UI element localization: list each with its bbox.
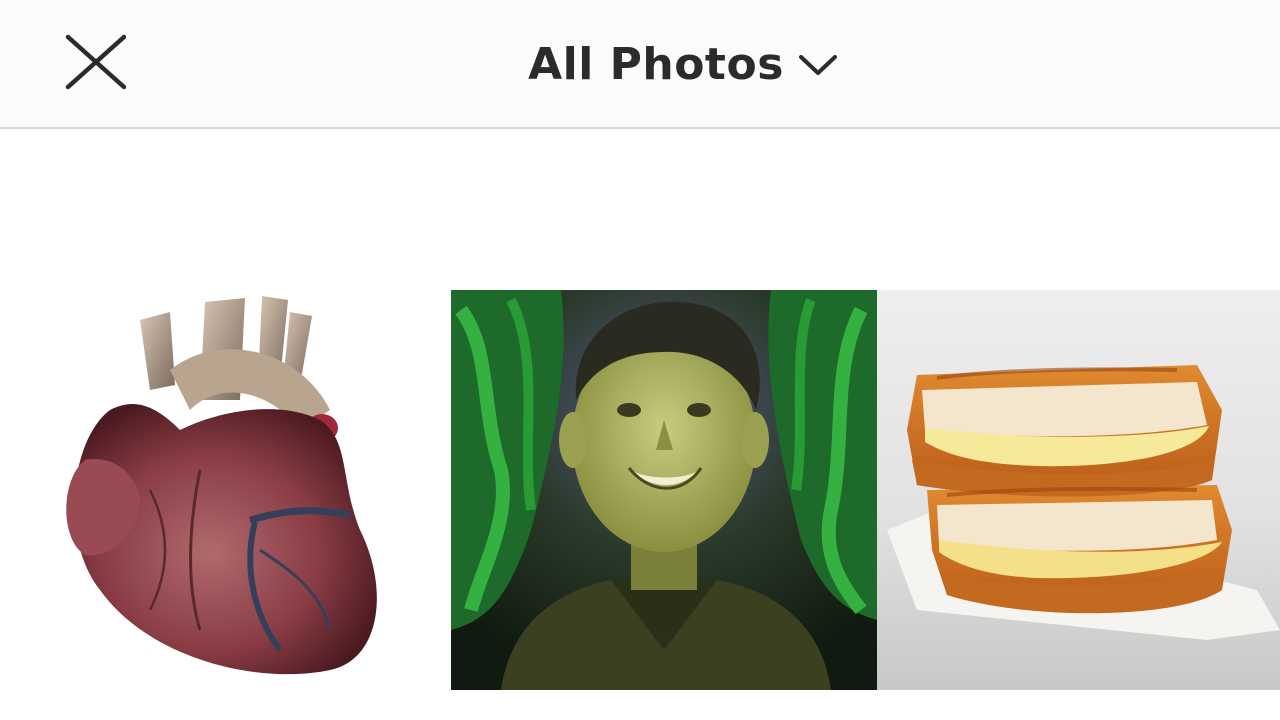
heart-image	[0, 290, 451, 690]
photo-grid	[0, 290, 1280, 690]
top-bar: All Photos	[0, 0, 1280, 129]
photo-thumbnail-boy[interactable]	[451, 290, 877, 690]
photo-thumbnail-sandwich[interactable]	[877, 290, 1280, 690]
chevron-down-icon	[798, 54, 837, 75]
grilled-cheese-image	[877, 290, 1280, 690]
photo-thumbnail-heart[interactable]	[0, 290, 451, 690]
title-wrap: All Photos	[0, 0, 1280, 129]
album-selector[interactable]: All Photos	[528, 39, 838, 90]
boy-portrait-image	[451, 290, 877, 690]
page-title: All Photos	[528, 39, 784, 90]
